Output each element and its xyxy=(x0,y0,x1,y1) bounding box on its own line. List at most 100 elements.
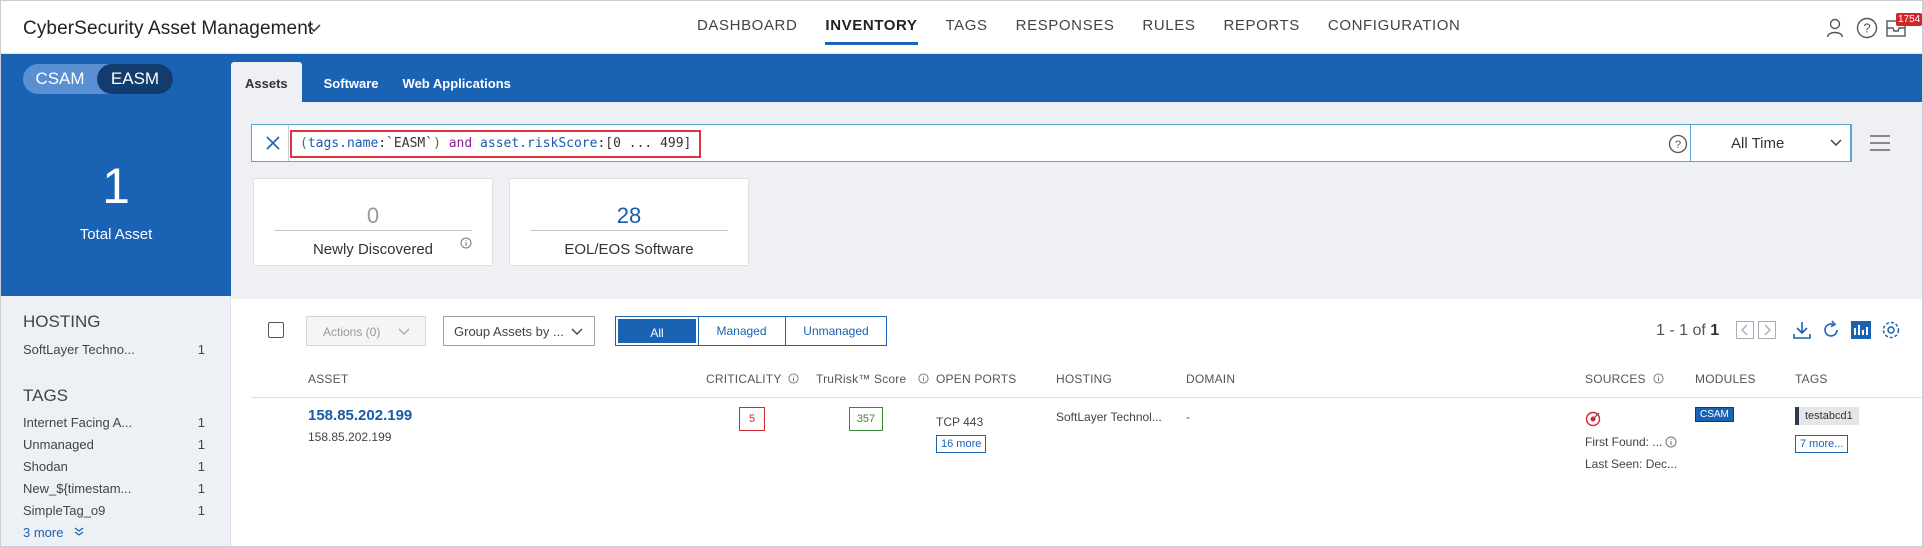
tab-web-applications[interactable]: Web Applications xyxy=(403,62,511,102)
notification-badge: 1754 xyxy=(1896,13,1922,26)
filter-tag-item[interactable]: Internet Facing A... 1 xyxy=(23,415,209,430)
subtabs: Assets Software Web Applications xyxy=(231,62,535,102)
card-label: Newly Discovered xyxy=(312,241,434,258)
criticality-badge: 5 xyxy=(739,407,765,431)
query-help-icon[interactable]: ? xyxy=(1668,134,1688,154)
query-token: :[0 ... 499] xyxy=(597,136,692,151)
filter-all-button[interactable]: All xyxy=(615,316,699,346)
trurisk-score-badge: 357 xyxy=(849,407,883,431)
col-asset[interactable]: ASSET xyxy=(308,372,348,386)
filter-tag-item[interactable]: New_${timestam... 1 xyxy=(23,481,209,496)
toggle-easm[interactable]: EASM xyxy=(97,64,173,94)
filter-label: SimpleTag_o9 xyxy=(23,503,106,518)
col-criticality[interactable]: CRITICALITY xyxy=(706,372,799,386)
next-page-icon[interactable] xyxy=(1758,321,1776,339)
search-bar[interactable]: (tags.name:`EASM`) and asset.riskScore:[… xyxy=(251,124,1852,162)
download-icon[interactable] xyxy=(1792,320,1812,340)
search-query[interactable]: (tags.name:`EASM`) and asset.riskScore:[… xyxy=(290,130,702,158)
hamburger-menu-icon[interactable] xyxy=(1869,134,1891,152)
filter-count: 1 xyxy=(197,503,205,518)
clear-search-icon[interactable] xyxy=(264,134,282,152)
nav-inventory[interactable]: INVENTORY xyxy=(825,1,918,54)
time-range-value: All Time xyxy=(1731,135,1785,152)
col-domain[interactable]: DOMAIN xyxy=(1186,372,1235,386)
eol-eos-software-card[interactable]: 28 EOL/EOS Software xyxy=(509,178,749,266)
filter-tag-item[interactable]: Unmanaged 1 xyxy=(23,437,209,452)
filter-unmanaged-button[interactable]: Unmanaged xyxy=(786,317,886,345)
filter-count: 1 xyxy=(197,481,205,496)
filter-label: Internet Facing A... xyxy=(23,415,133,430)
filter-tag-item[interactable]: SimpleTag_o9 1 xyxy=(23,503,209,518)
double-chevron-down-icon xyxy=(74,527,84,536)
refresh-icon[interactable] xyxy=(1821,320,1841,340)
filter-label: Shodan xyxy=(23,459,68,474)
info-icon[interactable] xyxy=(918,373,929,384)
header-band: CSAM EASM Assets Software Web Applicatio… xyxy=(1,54,1922,102)
open-port: TCP 443 xyxy=(936,415,984,429)
filter-managed-button[interactable]: Managed xyxy=(698,317,786,345)
actions-label: Actions (0) xyxy=(323,325,381,339)
source-scanner-icon xyxy=(1585,411,1601,427)
toggle-csam[interactable]: CSAM xyxy=(23,64,97,94)
divider xyxy=(288,125,289,161)
chevron-down-icon xyxy=(571,328,583,335)
main-nav: DASHBOARD INVENTORY TAGS RESPONSES RULES… xyxy=(697,1,1488,54)
hosting-value: SoftLayer Technol... xyxy=(1056,410,1162,424)
last-seen: Last Seen: Dec... xyxy=(1585,457,1678,471)
settings-gear-icon[interactable] xyxy=(1881,320,1901,340)
show-more-tags-link[interactable]: 3 more xyxy=(23,525,85,540)
asset-ip: 158.85.202.199 xyxy=(308,430,392,444)
more-ports-button[interactable]: 16 more xyxy=(936,435,987,453)
query-token: :`EASM` xyxy=(378,136,434,151)
newly-discovered-card[interactable]: 0 Newly Discovered xyxy=(253,178,493,266)
nav-configuration[interactable]: CONFIGURATION xyxy=(1328,1,1461,54)
select-all-checkbox[interactable] xyxy=(268,322,284,338)
total-assets-count: 1 xyxy=(102,158,130,214)
query-token: and xyxy=(440,136,481,151)
pagination-summary: 1 - 1 of 1 xyxy=(1656,322,1719,340)
nav-reports[interactable]: REPORTS xyxy=(1223,1,1299,54)
more-tags-button[interactable]: 7 more... xyxy=(1795,435,1849,453)
group-assets-dropdown[interactable]: Group Assets by ... xyxy=(443,316,595,346)
filter-tag-item[interactable]: Shodan 1 xyxy=(23,459,209,474)
chevron-down-icon[interactable] xyxy=(305,19,323,37)
help-icon[interactable]: ? xyxy=(1856,17,1878,39)
prev-page-icon[interactable] xyxy=(1736,321,1754,339)
tab-assets[interactable]: Assets xyxy=(231,62,302,102)
user-icon[interactable] xyxy=(1826,18,1844,38)
nav-rules[interactable]: RULES xyxy=(1142,1,1195,54)
asset-tag[interactable]: testabcd1 xyxy=(1795,407,1859,425)
col-tags[interactable]: TAGS xyxy=(1795,372,1828,386)
tags-heading: TAGS xyxy=(23,386,69,405)
top-bar: CyberSecurity Asset Management DASHBOARD… xyxy=(1,1,1922,54)
nav-dashboard[interactable]: DASHBOARD xyxy=(697,1,797,54)
info-icon[interactable] xyxy=(460,237,472,249)
chevron-down-icon xyxy=(1830,139,1842,147)
time-range-select[interactable]: All Time xyxy=(1690,124,1852,162)
nav-tags[interactable]: TAGS xyxy=(946,1,988,54)
filter-hosting-item[interactable]: SoftLayer Techno... 1 xyxy=(23,342,209,357)
column-chart-icon[interactable] xyxy=(1851,321,1871,339)
total-assets-panel: 1 Total Asset xyxy=(1,102,231,296)
col-trurisk-score[interactable]: TruRisk™ Score xyxy=(816,372,929,386)
filter-count: 1 xyxy=(197,415,205,430)
query-token: ) xyxy=(433,136,441,151)
total-assets-label: Total Asset xyxy=(79,226,153,243)
tab-software[interactable]: Software xyxy=(324,62,379,102)
more-label: 3 more xyxy=(23,525,64,540)
col-sources[interactable]: SOURCES xyxy=(1585,372,1664,386)
info-icon[interactable] xyxy=(1665,436,1677,448)
col-hosting[interactable]: HOSTING xyxy=(1056,372,1112,386)
pager-total: 1 xyxy=(1710,322,1720,339)
actions-dropdown[interactable]: Actions (0) xyxy=(306,316,426,346)
info-icon[interactable] xyxy=(1653,373,1664,384)
hosting-heading: HOSTING xyxy=(23,312,101,331)
management-filter: All Managed Unmanaged xyxy=(615,316,887,346)
col-modules[interactable]: MODULES xyxy=(1695,372,1756,386)
asset-name-link[interactable]: 158.85.202.199 xyxy=(308,407,412,424)
module-toggle[interactable]: CSAM EASM xyxy=(23,64,173,94)
nav-responses[interactable]: RESPONSES xyxy=(1016,1,1115,54)
col-open-ports[interactable]: OPEN PORTS xyxy=(936,372,1016,386)
filter-count: 1 xyxy=(197,342,205,357)
info-icon[interactable] xyxy=(788,373,799,384)
